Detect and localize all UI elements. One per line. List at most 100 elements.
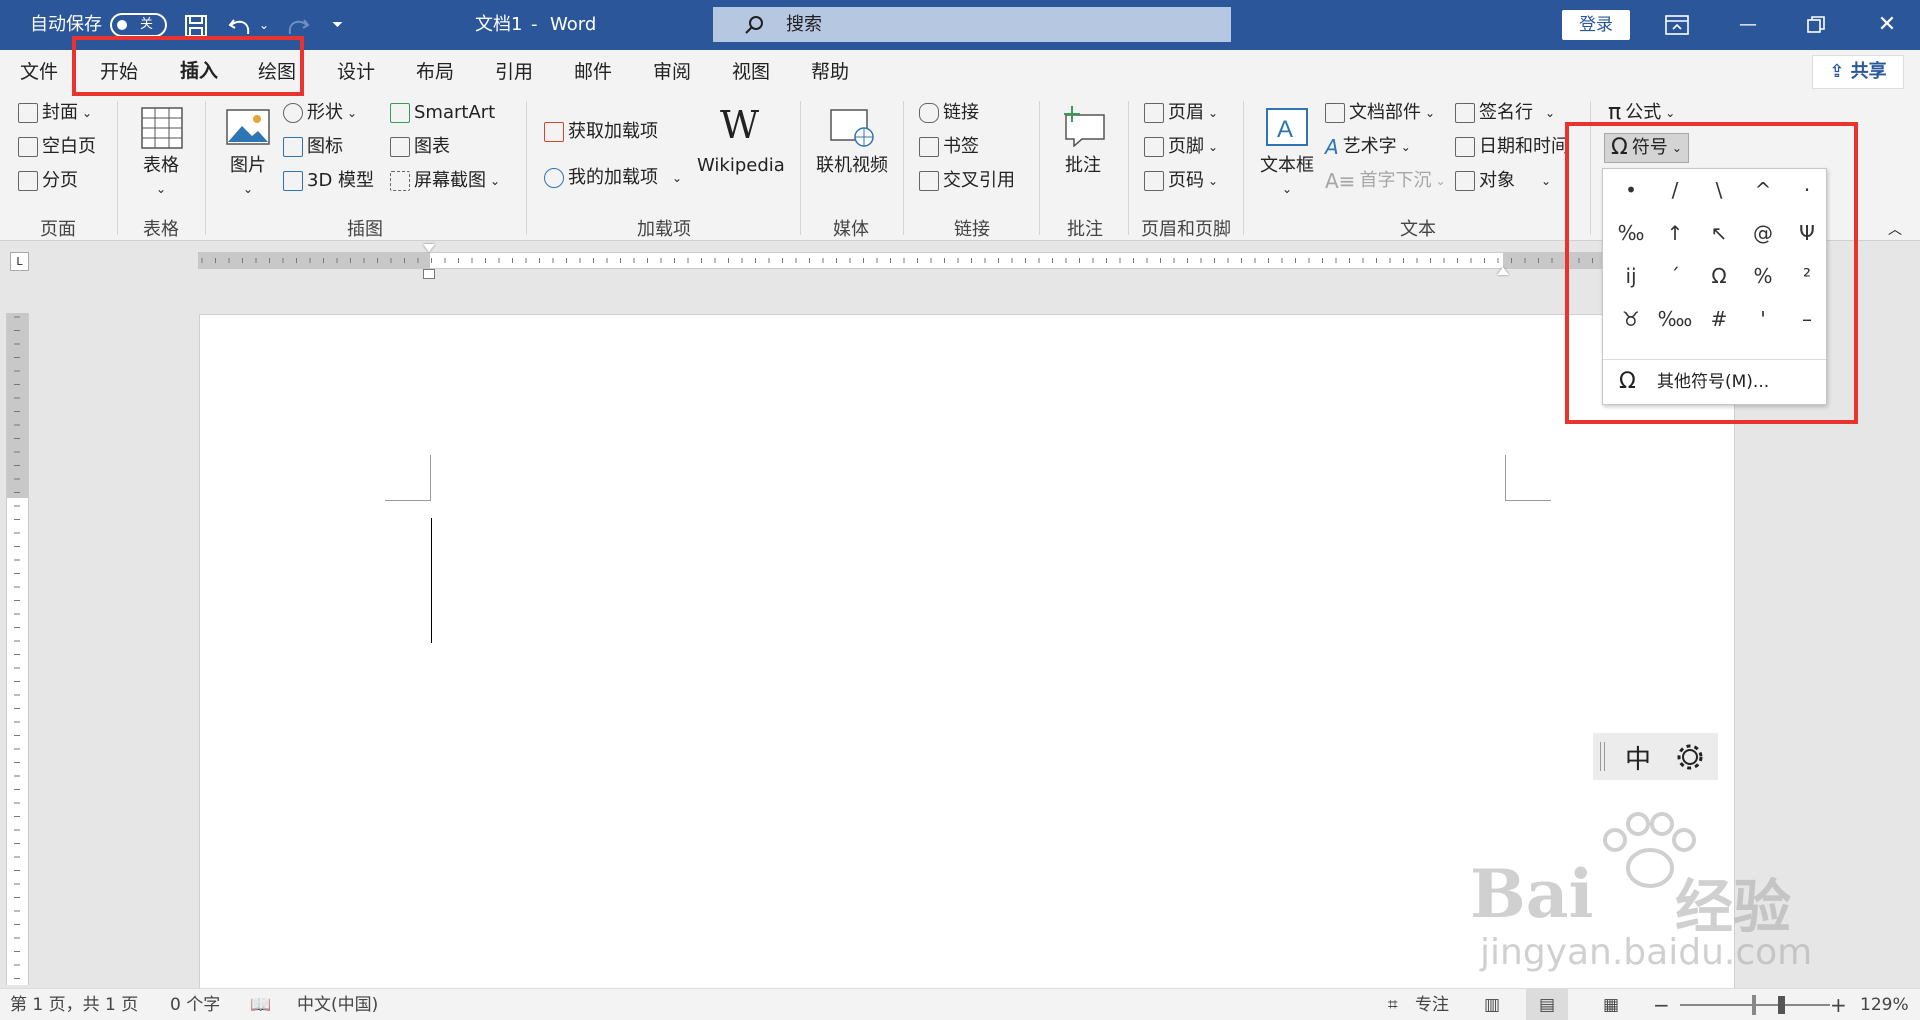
restore-icon[interactable]: [1807, 16, 1825, 34]
comment-button[interactable]: 批注: [1065, 154, 1101, 178]
share-button[interactable]: ⇪ 共享: [1812, 55, 1904, 89]
ime-mode[interactable]: 中: [1625, 739, 1651, 776]
online-video-icon[interactable]: [830, 109, 874, 147]
undo-icon[interactable]: [228, 14, 254, 38]
proofing-icon[interactable]: 📖: [250, 989, 271, 1020]
first-line-indent-marker[interactable]: [423, 244, 435, 252]
table-chevron-icon[interactable]: ⌄: [156, 177, 166, 201]
drag-handle-icon[interactable]: [1600, 742, 1605, 771]
tab-home[interactable]: 开始: [100, 50, 138, 95]
bookmark-button[interactable]: 书签: [919, 135, 979, 159]
symbol-cell[interactable]: ĳ: [1609, 256, 1653, 296]
textbox-chevron-icon[interactable]: ⌄: [1282, 177, 1292, 201]
left-indent-marker[interactable]: [423, 269, 435, 279]
page-count[interactable]: 第 1 页，共 1 页: [10, 989, 138, 1020]
symbol-cell[interactable]: –: [1785, 299, 1829, 339]
comment-icon[interactable]: [1062, 105, 1106, 147]
print-layout-icon[interactable]: ▤: [1526, 989, 1569, 1020]
word-count[interactable]: 0 个字: [170, 989, 220, 1020]
chart-button[interactable]: 图表: [390, 135, 450, 159]
login-button[interactable]: 登录: [1562, 10, 1630, 40]
smartart-button[interactable]: SmartArt: [390, 101, 495, 125]
tab-review[interactable]: 审阅: [653, 50, 691, 95]
icons-button[interactable]: 图标: [283, 135, 343, 159]
undo-chevron-icon[interactable]: ⌄: [259, 0, 269, 50]
textbox-icon[interactable]: A: [1265, 107, 1309, 147]
symbol-cell[interactable]: ^: [1741, 170, 1785, 210]
object-button[interactable]: 对象 ⌄: [1455, 169, 1551, 193]
wordart-button[interactable]: A 艺术字 ⌄: [1325, 135, 1411, 159]
textbox-button[interactable]: 文本框: [1260, 154, 1314, 178]
zoom-slider-thumb[interactable]: [1778, 996, 1786, 1014]
header-button[interactable]: 页眉 ⌄: [1144, 101, 1218, 125]
tab-help[interactable]: 帮助: [811, 50, 849, 95]
symbol-cell[interactable]: \: [1697, 170, 1741, 210]
symbol-cell[interactable]: Ω: [1697, 256, 1741, 296]
focus-icon[interactable]: ⌗: [1388, 989, 1398, 1020]
cover-page-button[interactable]: 封面 ⌄: [18, 101, 92, 125]
symbol-cell[interactable]: %: [1741, 256, 1785, 296]
symbol-cell[interactable]: Ψ: [1785, 213, 1829, 253]
zoom-level[interactable]: 129%: [1860, 989, 1909, 1020]
autosave-toggle[interactable]: 关: [110, 13, 167, 37]
symbol-cell[interactable]: ♉: [1609, 299, 1653, 339]
symbol-cell[interactable]: ·: [1785, 170, 1829, 210]
symbol-cell[interactable]: #: [1697, 299, 1741, 339]
tab-selector-icon[interactable]: L: [10, 252, 29, 271]
symbol-cell[interactable]: /: [1653, 170, 1697, 210]
right-indent-marker[interactable]: [1497, 267, 1509, 275]
table-icon[interactable]: [141, 107, 183, 149]
wikipedia-button[interactable]: Wikipedia: [697, 154, 785, 178]
minimize-icon[interactable]: —: [1723, 0, 1773, 50]
blank-page-button[interactable]: 空白页: [18, 135, 96, 159]
my-addins-button[interactable]: 我的加载项 ⌄: [544, 166, 682, 190]
shapes-button[interactable]: 形状 ⌄: [283, 101, 357, 125]
language[interactable]: 中文(中国): [297, 989, 378, 1020]
wikipedia-icon[interactable]: W: [720, 105, 759, 145]
footer-button[interactable]: 页脚 ⌄: [1144, 135, 1218, 159]
gear-icon[interactable]: [1675, 742, 1705, 772]
page-number-button[interactable]: 页码 ⌄: [1144, 169, 1218, 193]
picture-button[interactable]: 图片: [230, 154, 266, 178]
tab-draw[interactable]: 绘图: [258, 50, 296, 95]
symbol-button[interactable]: Ω 符号 ⌄: [1604, 133, 1689, 163]
customize-toolbar-icon[interactable]: ⏷: [332, 0, 343, 50]
picture-icon[interactable]: [226, 109, 270, 145]
page-break-button[interactable]: 分页: [18, 169, 78, 193]
more-symbols-button[interactable]: Ω 其他符号(M)...: [1603, 359, 1826, 403]
zoom-in-icon[interactable]: +: [1830, 989, 1847, 1020]
tab-insert[interactable]: 插入: [180, 50, 219, 95]
vertical-ruler[interactable]: [6, 313, 29, 985]
quick-parts-button[interactable]: 文档部件 ⌄: [1325, 101, 1435, 125]
save-icon[interactable]: [184, 14, 208, 38]
picture-chevron-icon[interactable]: ⌄: [243, 177, 253, 201]
ribbon-display-icon[interactable]: [1665, 15, 1689, 35]
web-layout-icon[interactable]: ▦: [1603, 989, 1619, 1020]
cross-reference-button[interactable]: 交叉引用: [919, 169, 1015, 193]
signature-line-button[interactable]: 签名行 ⌄: [1455, 101, 1555, 125]
focus-label[interactable]: 专注: [1415, 989, 1449, 1020]
online-video-button[interactable]: 联机视频: [816, 154, 888, 178]
close-icon[interactable]: ✕: [1862, 0, 1912, 50]
read-mode-icon[interactable]: ▥: [1484, 989, 1500, 1020]
symbol-cell[interactable]: ‰: [1609, 213, 1653, 253]
tab-references[interactable]: 引用: [495, 50, 533, 95]
collapse-ribbon-icon[interactable]: ︿: [1888, 218, 1902, 242]
ime-toolbar[interactable]: 中: [1593, 733, 1718, 780]
symbol-cell[interactable]: ²: [1785, 256, 1829, 296]
screenshot-button[interactable]: 屏幕截图 ⌄: [390, 169, 500, 193]
tab-view[interactable]: 视图: [732, 50, 770, 95]
symbol-cell[interactable]: ↖: [1697, 213, 1741, 253]
search-box[interactable]: 搜索: [713, 7, 1231, 42]
date-time-button[interactable]: 日期和时间: [1455, 135, 1569, 159]
symbol-cell[interactable]: •: [1609, 170, 1653, 210]
zoom-out-icon[interactable]: −: [1653, 989, 1670, 1020]
symbol-cell[interactable]: ˊ: [1653, 256, 1697, 296]
get-addins-button[interactable]: 获取加载项: [544, 120, 658, 144]
tab-file[interactable]: 文件: [20, 50, 58, 95]
symbol-cell[interactable]: ↑: [1653, 213, 1697, 253]
equation-button[interactable]: π 公式 ⌄: [1608, 101, 1675, 125]
tab-mailings[interactable]: 邮件: [574, 50, 612, 95]
tab-design[interactable]: 设计: [337, 50, 375, 95]
3d-models-button[interactable]: 3D 模型: [283, 169, 374, 193]
